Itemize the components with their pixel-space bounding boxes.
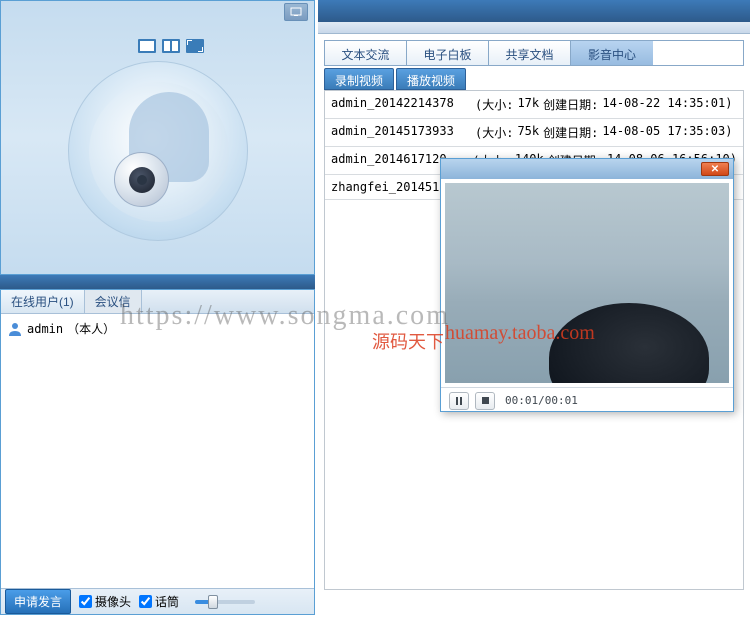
camera-checkbox[interactable]	[79, 595, 92, 608]
tab-share-doc[interactable]: 共享文档	[489, 41, 571, 65]
pause-icon	[456, 397, 462, 405]
close-button[interactable]: ✕	[701, 162, 729, 176]
video-topbar	[1, 1, 314, 23]
video-content	[549, 303, 709, 383]
date-label: 创建日期:	[543, 124, 598, 141]
tab-text-chat[interactable]: 文本交流	[325, 41, 407, 65]
player-controls: 00:01/00:01	[441, 387, 733, 413]
user-name: admin	[27, 322, 63, 336]
date-label: 创建日期:	[543, 96, 598, 113]
file-date: 14-08-05 17:35:03)	[602, 124, 732, 141]
subtab-play-video[interactable]: 播放视频	[396, 68, 466, 90]
mic-label: 话筒	[155, 593, 179, 610]
video-viewport[interactable]	[445, 183, 729, 383]
fullscreen-icon[interactable]	[186, 39, 204, 53]
table-row[interactable]: admin_20145173933 (大小: 75k 创建日期: 14-08-0…	[325, 119, 743, 147]
camera-label: 摄像头	[95, 593, 131, 610]
left-panel: 在线用户(1) 会议信 admin （本人） 申请发言 摄像头 话筒	[0, 0, 315, 629]
user-avatar-icon	[7, 321, 23, 337]
video-player-window[interactable]: ✕ 00:01/00:01	[440, 158, 734, 412]
camera-checkbox-wrap[interactable]: 摄像头	[79, 593, 131, 610]
file-size: 17k	[517, 96, 539, 113]
player-titlebar[interactable]: ✕	[441, 159, 733, 179]
webcam-placeholder-icon	[68, 61, 248, 241]
file-name: admin_20142214378	[331, 96, 471, 113]
screen-icon[interactable]	[284, 3, 308, 21]
close-icon: ✕	[711, 164, 719, 175]
size-label: (大小:	[475, 96, 513, 113]
mic-checkbox[interactable]	[139, 595, 152, 608]
stop-icon	[482, 397, 489, 404]
sub-tabs: 录制视频 播放视频	[324, 68, 744, 90]
bottom-toolbar: 申请发言 摄像头 话筒	[1, 588, 314, 614]
tab-media-center[interactable]: 影音中心	[571, 41, 653, 65]
mic-checkbox-wrap[interactable]: 话筒	[139, 593, 179, 610]
user-section: 在线用户(1) 会议信 admin （本人） 申请发言 摄像头 话筒	[0, 289, 315, 615]
user-list: admin （本人）	[1, 314, 314, 343]
stop-button[interactable]	[475, 392, 495, 410]
tab-whiteboard[interactable]: 电子白板	[407, 41, 489, 65]
pause-button[interactable]	[449, 392, 469, 410]
local-video-preview	[0, 0, 315, 275]
slider-thumb[interactable]	[208, 595, 218, 609]
right-divider	[318, 22, 750, 34]
user-self-suffix: （本人）	[67, 320, 115, 337]
file-size: 75k	[517, 124, 539, 141]
view-mode-icons	[138, 39, 204, 53]
tab-meeting-info[interactable]: 会议信	[85, 290, 142, 313]
single-view-icon[interactable]	[138, 39, 156, 53]
panel-divider	[0, 275, 315, 289]
split-view-icon[interactable]	[162, 39, 180, 53]
user-tabs: 在线用户(1) 会议信	[1, 290, 314, 314]
file-name: admin_20145173933	[331, 124, 471, 141]
main-tabs: 文本交流 电子白板 共享文档 影音中心	[324, 40, 744, 66]
right-topbar	[318, 0, 750, 22]
time-display: 00:01/00:01	[505, 394, 578, 407]
request-speak-button[interactable]: 申请发言	[5, 589, 71, 614]
file-date: 14-08-22 14:35:01)	[602, 96, 732, 113]
volume-slider[interactable]	[195, 600, 255, 604]
size-label: (大小:	[475, 124, 513, 141]
tab-online-users[interactable]: 在线用户(1)	[1, 290, 85, 313]
table-row[interactable]: admin_20142214378 (大小: 17k 创建日期: 14-08-2…	[325, 91, 743, 119]
subtab-record-video[interactable]: 录制视频	[324, 68, 394, 90]
list-item[interactable]: admin （本人）	[5, 318, 310, 339]
